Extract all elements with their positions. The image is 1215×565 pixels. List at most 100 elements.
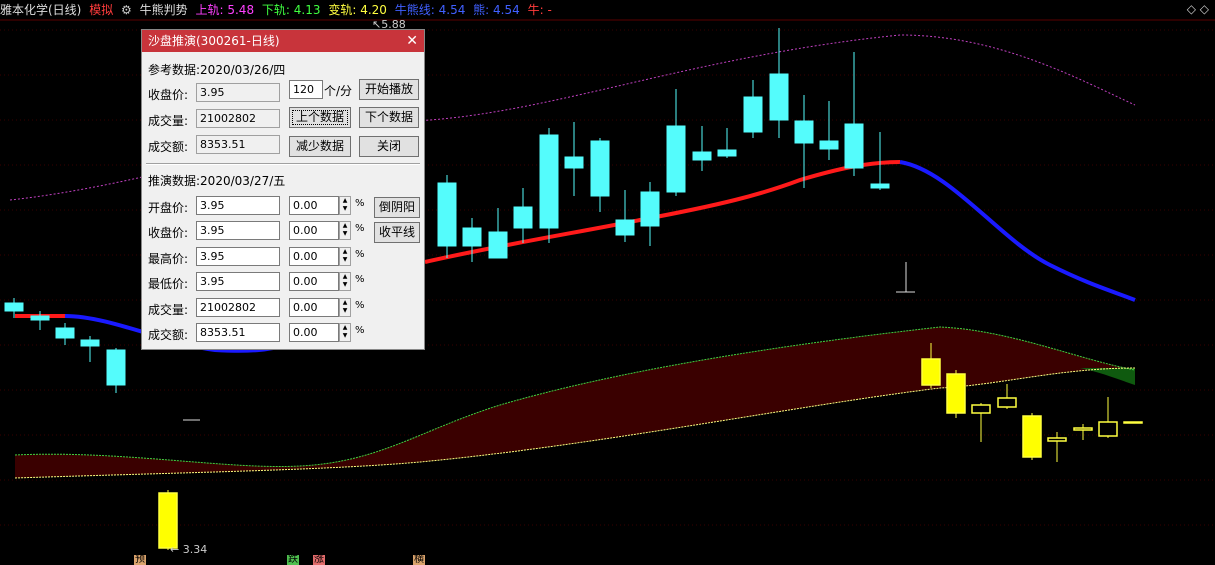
candle-down (564, 156, 584, 169)
tag-fall: 跌 (287, 554, 299, 565)
ghost-candle (1022, 415, 1042, 458)
candle-down (666, 125, 686, 193)
ref-volume-field: 21002802 (196, 109, 280, 128)
bear-label: 熊: (473, 3, 490, 17)
lower-value: 4.13 (293, 3, 321, 17)
high-pct-field[interactable]: 0.00 (289, 247, 339, 266)
ghost-candle (946, 373, 966, 414)
amount-spinner[interactable]: ▲ ▼ (339, 323, 351, 342)
candle-down (743, 96, 763, 133)
bear-value: 4.54 (493, 3, 520, 17)
prev-data-button[interactable]: 上个数据 (289, 107, 351, 128)
change-label: 变轨: (328, 3, 357, 17)
candle-down (769, 73, 789, 121)
candle-down (462, 227, 482, 247)
high-field[interactable]: 3.95 (196, 247, 280, 266)
tag-forecast: 预 (134, 554, 146, 565)
tag-rise: 涨 (313, 554, 325, 565)
volume-spinner[interactable]: ▲ ▼ (339, 298, 351, 317)
candle-down (488, 231, 508, 259)
candle-down (80, 339, 100, 347)
low-label: 最低价: (148, 277, 189, 291)
next-data-button[interactable]: 下个数据 (359, 107, 419, 128)
pct-sign: % (355, 300, 365, 311)
close-spinner[interactable]: ▲ ▼ (339, 221, 351, 240)
open-pct-field[interactable]: 0.00 (289, 196, 339, 215)
flat-close-button[interactable]: 收平线 (374, 222, 420, 243)
header-bar: 雅本化学(日线) 模拟 ⚙ 牛熊判势 上轨: 5.48 下轨: 4.13 变轨:… (0, 0, 1215, 20)
bullbear-value: 4.54 (438, 3, 466, 17)
tag-flat: 横 (413, 554, 425, 565)
candle-down (55, 327, 75, 339)
ghost-candle (921, 358, 941, 386)
bull-value: - (547, 3, 552, 17)
bullbear-label: 牛熊线: (394, 3, 435, 17)
candle-down (717, 149, 737, 157)
corner-icons[interactable]: ◇ ◇ (1187, 2, 1209, 16)
pct-sign: % (355, 274, 365, 285)
upper-value: 5.48 (227, 3, 255, 17)
candle-down (513, 206, 533, 229)
candle-down (539, 134, 559, 229)
candle-down (30, 315, 50, 321)
low-field[interactable]: 3.95 (196, 272, 280, 291)
candle-down (844, 123, 864, 169)
pct-sign: % (355, 198, 365, 209)
play-button[interactable]: 开始播放 (359, 79, 419, 100)
low-spinner[interactable]: ▲ ▼ (339, 272, 351, 291)
dialog-titlebar[interactable]: 沙盘推演(300261-日线) ✕ (142, 30, 424, 52)
low-pct-field[interactable]: 0.00 (289, 272, 339, 291)
indicator-name[interactable]: 牛熊判势 (140, 3, 188, 17)
ghost-candle (1047, 437, 1067, 442)
volume-pct-field[interactable]: 0.00 (289, 298, 339, 317)
candle-down (692, 151, 712, 161)
ghost-candle (1098, 421, 1118, 437)
dialog-title: 沙盘推演(300261-日线) (148, 34, 280, 48)
high-label: 最高价: (148, 252, 189, 266)
upper-label: 上轨: (195, 3, 224, 17)
divider (146, 163, 420, 165)
candle-down (106, 349, 126, 386)
speed-unit: 个/分 (324, 84, 353, 98)
close-icon[interactable]: ✕ (406, 30, 418, 52)
open-spinner[interactable]: ▲ ▼ (339, 196, 351, 215)
change-value: 4.20 (360, 3, 387, 17)
volume-field[interactable]: 21002802 (196, 298, 280, 317)
ghost-candle (158, 492, 178, 549)
stock-name[interactable]: 雅本化学(日线) (0, 3, 81, 17)
ghost-candle (1073, 427, 1093, 431)
candle-down (615, 219, 635, 236)
ref-volume-label: 成交量: (148, 114, 189, 128)
close-label: 收盘价: (148, 226, 189, 240)
proj-data-label: 推演数据:2020/03/27/五 (148, 174, 286, 188)
open-field[interactable]: 3.95 (196, 196, 280, 215)
ref-amount-label: 成交额: (148, 140, 189, 154)
speed-input[interactable]: 120 (289, 80, 323, 99)
settings-icon[interactable]: ⚙ (121, 3, 132, 17)
close-field[interactable]: 3.95 (196, 221, 280, 240)
amount-pct-field[interactable]: 0.00 (289, 323, 339, 342)
candle-down (819, 140, 839, 150)
reduce-data-button[interactable]: 减少数据 (289, 136, 351, 157)
ref-data-label: 参考数据:2020/03/26/四 (148, 63, 286, 77)
candle-down (437, 182, 457, 247)
amount-label: 成交额: (148, 328, 189, 342)
amount-field[interactable]: 8353.51 (196, 323, 280, 342)
ref-amount-field: 8353.51 (196, 135, 280, 154)
ghost-candle (1123, 421, 1143, 424)
bull-label: 牛: (527, 3, 544, 17)
reverse-yinyang-button[interactable]: 倒阴阳 (374, 197, 420, 218)
open-label: 开盘价: (148, 201, 189, 215)
close-pct-field[interactable]: 0.00 (289, 221, 339, 240)
volume-label: 成交量: (148, 303, 189, 317)
low-price-label: ← 3.34 (170, 543, 208, 556)
lower-label: 下轨: (261, 3, 290, 17)
pct-sign: % (355, 325, 365, 336)
pct-sign: % (355, 249, 365, 260)
ref-close-field: 3.95 (196, 83, 280, 102)
close-button[interactable]: 关闭 (359, 136, 419, 157)
high-spinner[interactable]: ▲ ▼ (339, 247, 351, 266)
mode-badge: 模拟 (89, 3, 114, 17)
candle-down (4, 302, 24, 312)
ref-close-label: 收盘价: (148, 88, 189, 102)
